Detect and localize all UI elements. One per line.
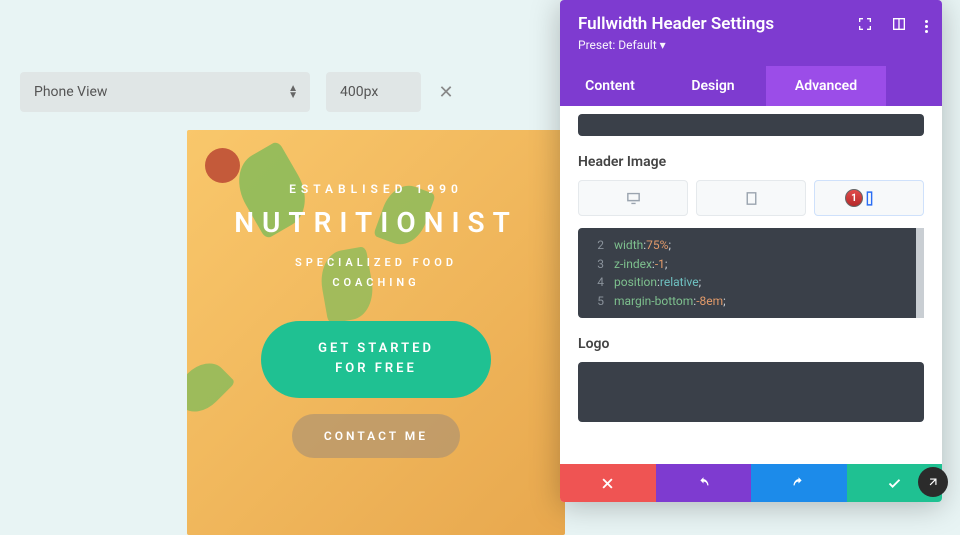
section-header-image-label: Header Image: [578, 154, 924, 170]
section-logo-label: Logo: [578, 336, 924, 352]
layout-icon[interactable]: [891, 16, 907, 36]
clear-width-button[interactable]: ✕: [437, 72, 455, 112]
css-code-editor[interactable]: 2width:75%; 3z-index:-1; 4position:relat…: [578, 228, 924, 318]
tab-content[interactable]: Content: [560, 66, 660, 106]
preview-width-input[interactable]: 400px: [326, 72, 421, 112]
focus-icon[interactable]: [857, 16, 873, 36]
tagline: ESTABLISED 1990: [187, 182, 565, 196]
settings-panel: Fullwidth Header Settings Preset: Defaul…: [560, 0, 942, 502]
brand-title: NUTRITIONIST: [187, 206, 565, 239]
device-desktop-button[interactable]: [578, 180, 688, 216]
phone-preview: || ESTABLISED 1990 NUTRITIONIST SPECIALI…: [187, 130, 565, 535]
more-icon[interactable]: [925, 20, 928, 33]
cta-primary-button[interactable]: GET STARTED FOR FREE: [261, 321, 491, 399]
tab-design[interactable]: Design: [660, 66, 766, 106]
panel-tabs: Content Design Advanced: [560, 66, 942, 106]
collapsed-code-block[interactable]: [578, 114, 924, 136]
logo-code-block[interactable]: [578, 362, 924, 422]
step-badge: 1: [845, 189, 863, 207]
view-mode-select[interactable]: Phone View ▲▼: [20, 72, 310, 112]
subtitle: SPECIALIZED FOODCOACHING: [187, 253, 565, 293]
cancel-button[interactable]: [560, 464, 656, 502]
view-mode-label: Phone View: [34, 84, 107, 100]
select-arrows-icon: ▲▼: [288, 85, 298, 99]
redo-button[interactable]: [751, 464, 847, 502]
scrollbar[interactable]: [916, 228, 924, 318]
expand-panel-button[interactable]: [918, 467, 948, 497]
device-tablet-button[interactable]: [696, 180, 806, 216]
cta-secondary-button[interactable]: CONTACT ME: [292, 414, 460, 458]
undo-button[interactable]: [656, 464, 752, 502]
device-phone-button[interactable]: 1: [814, 180, 924, 216]
preset-dropdown[interactable]: Preset: Default ▾: [578, 38, 924, 52]
panel-header: Fullwidth Header Settings Preset: Defaul…: [560, 0, 942, 66]
width-value: 400px: [340, 84, 378, 100]
panel-footer: [560, 464, 942, 502]
tab-advanced[interactable]: Advanced: [766, 66, 886, 106]
